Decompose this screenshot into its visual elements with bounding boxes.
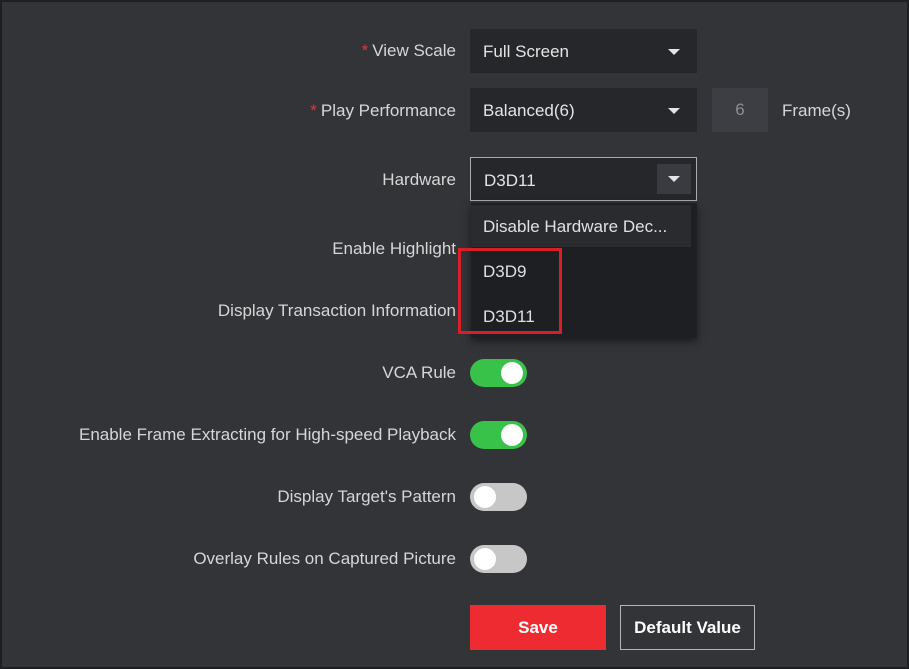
- view-scale-label: * View Scale: [362, 41, 456, 61]
- highlight-annotation-box: [458, 248, 562, 334]
- view-scale-select[interactable]: Full Screen: [470, 29, 697, 73]
- required-mark: *: [310, 101, 317, 120]
- save-button[interactable]: Save: [470, 605, 606, 650]
- overlay-rules-toggle[interactable]: [470, 545, 527, 573]
- hardware-label: Hardware: [382, 170, 456, 189]
- toggle-knob: [474, 548, 496, 570]
- display-transaction-label: Display Transaction Information: [217, 301, 456, 320]
- frame-extracting-label: Enable Frame Extracting for High-speed P…: [78, 425, 456, 444]
- default-value-button[interactable]: Default Value: [620, 605, 755, 650]
- chevron-down-icon: [668, 176, 680, 182]
- play-performance-label: * Play Performance: [310, 101, 456, 121]
- toggle-knob: [501, 424, 523, 446]
- target-pattern-toggle[interactable]: [470, 483, 527, 511]
- enable-highlight-label: Enable Highlight: [332, 239, 456, 258]
- required-mark: *: [361, 41, 369, 60]
- frame-extracting-toggle[interactable]: [470, 421, 527, 449]
- target-pattern-label: Display Target's Pattern: [277, 487, 456, 506]
- hardware-select[interactable]: D3D11: [470, 157, 697, 201]
- play-performance-select[interactable]: Balanced(6): [470, 88, 697, 132]
- view-scale-text: View Scale: [372, 41, 456, 60]
- hardware-value: D3D11: [484, 171, 536, 190]
- vca-rule-label: VCA Rule: [382, 363, 456, 382]
- toggle-knob: [474, 486, 496, 508]
- toggle-knob: [501, 362, 523, 384]
- overlay-rules-label: Overlay Rules on Captured Picture: [193, 549, 456, 568]
- view-scale-value: Full Screen: [483, 42, 569, 61]
- play-performance-value: Balanced(6): [483, 101, 575, 120]
- chevron-down-icon: [668, 49, 680, 55]
- frames-unit-label: Frame(s): [782, 101, 851, 120]
- hardware-option-disable[interactable]: Disable Hardware Dec...: [471, 205, 691, 247]
- play-performance-text: Play Performance: [320, 101, 456, 120]
- frames-input[interactable]: 6: [712, 88, 768, 132]
- chevron-down-icon: [668, 108, 680, 114]
- vca-rule-toggle[interactable]: [470, 359, 527, 387]
- option-label: Disable Hardware Dec...: [483, 217, 668, 236]
